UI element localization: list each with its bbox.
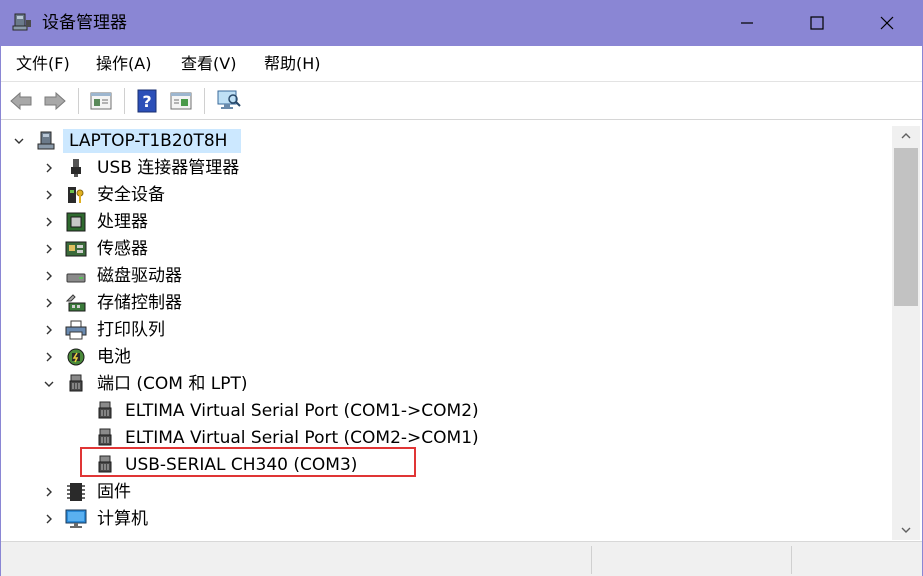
tree-root[interactable]: LAPTOP-T1B20T8H — [3, 128, 892, 154]
tree-item-label: 电池 — [97, 347, 131, 367]
tree-item-label: 打印队列 — [97, 320, 165, 340]
scan-hardware-button[interactable] — [216, 88, 242, 114]
chevron-right-icon[interactable] — [41, 160, 57, 176]
help-button[interactable]: ? — [134, 88, 160, 114]
tree-item-processors[interactable]: 处理器 — [3, 209, 892, 235]
tree-item-disk-drives[interactable]: 磁盘驱动器 — [3, 263, 892, 289]
tree-item-storage-controllers[interactable]: 存储控制器 — [3, 290, 892, 316]
tree-item-ports[interactable]: 端口 (COM 和 LPT) — [3, 371, 892, 397]
menu-bar: 文件(F) 操作(A) 查看(V) 帮助(H) — [0, 46, 923, 82]
monitor-icon — [65, 509, 87, 528]
menu-view[interactable]: 查看(V) — [181, 54, 236, 74]
chevron-right-icon[interactable] — [41, 349, 57, 365]
tree-item-port-device[interactable]: ELTIMA Virtual Serial Port (COM1->COM2) — [3, 398, 892, 424]
tree-item-label: 安全设备 — [97, 185, 165, 205]
tree-item-label: 计算机 — [97, 509, 148, 529]
chevron-up-icon — [901, 133, 911, 139]
properties-button[interactable] — [88, 88, 114, 114]
tree-item-usb-connector-manager[interactable]: USB 连接器管理器 — [3, 155, 892, 181]
tree-item-computer[interactable]: 计算机 — [3, 506, 892, 532]
tree-item-label: 磁盘驱动器 — [97, 266, 182, 286]
tree-item-label: ELTIMA Virtual Serial Port (COM2->COM1) — [125, 428, 479, 448]
tree-item-print-queues[interactable]: 打印队列 — [3, 317, 892, 343]
toolbar-separator — [124, 88, 125, 114]
tree-item-label: 端口 (COM 和 LPT) — [97, 374, 248, 394]
tree-item-firmware[interactable]: 固件 — [3, 479, 892, 505]
menu-help[interactable]: 帮助(H) — [264, 54, 321, 74]
device-manager-icon — [12, 13, 31, 31]
status-bar — [0, 541, 923, 576]
computer-icon — [37, 131, 55, 150]
minimize-button[interactable] — [724, 0, 770, 46]
menu-file[interactable]: 文件(F) — [16, 54, 70, 74]
show-hidden-icon — [170, 92, 192, 110]
tree-item-label: ELTIMA Virtual Serial Port (COM1->COM2) — [125, 401, 479, 421]
tree-item-sensors[interactable]: 传感器 — [3, 236, 892, 262]
storage-controller-icon — [65, 294, 86, 312]
title-bar: 设备管理器 — [0, 0, 923, 46]
chevron-down-icon — [901, 527, 911, 533]
port-icon — [69, 374, 83, 392]
chevron-right-icon[interactable] — [41, 295, 57, 311]
status-pane — [591, 546, 791, 574]
chevron-right-icon[interactable] — [41, 214, 57, 230]
chevron-down-icon[interactable] — [41, 376, 57, 392]
chevron-right-icon[interactable] — [41, 511, 57, 527]
device-tree: LAPTOP-T1B20T8H USB 连接器管理器 安全设备 处理器 传感器 … — [3, 126, 892, 540]
toolbar-separator — [204, 88, 205, 114]
serial-port-icon — [98, 428, 112, 446]
back-icon — [10, 91, 32, 111]
minimize-icon — [741, 22, 753, 24]
tree-item-label: 存储控制器 — [97, 293, 182, 313]
firmware-icon — [67, 483, 85, 501]
security-device-icon — [68, 187, 84, 203]
scroll-up-button[interactable] — [892, 126, 920, 146]
forward-button[interactable] — [42, 88, 68, 114]
properties-icon — [90, 92, 112, 110]
tree-item-label: USB 连接器管理器 — [97, 158, 240, 178]
red-highlight-box — [80, 447, 416, 477]
maximize-icon — [810, 16, 824, 30]
menu-action[interactable]: 操作(A) — [96, 54, 151, 74]
help-icon: ? — [137, 89, 157, 113]
back-button[interactable] — [8, 88, 34, 114]
toolbar-separator — [78, 88, 79, 114]
sensor-icon — [65, 241, 87, 257]
processor-icon — [66, 212, 86, 232]
chevron-down-icon[interactable] — [11, 133, 27, 149]
serial-port-icon — [98, 401, 112, 419]
chevron-right-icon[interactable] — [41, 268, 57, 284]
printer-icon — [65, 320, 87, 340]
show-hidden-button[interactable] — [168, 88, 194, 114]
window-title: 设备管理器 — [42, 13, 127, 33]
chevron-right-icon[interactable] — [41, 241, 57, 257]
scrollbar-thumb[interactable] — [894, 148, 918, 306]
tree-item-label: 传感器 — [97, 239, 148, 259]
tree-item-label: 处理器 — [97, 212, 148, 232]
toolbar: ? — [0, 82, 923, 120]
usb-connector-icon — [71, 159, 81, 177]
tree-item-label: 固件 — [97, 482, 131, 502]
close-button[interactable] — [864, 0, 910, 46]
tree-item-security-devices[interactable]: 安全设备 — [3, 182, 892, 208]
maximize-button[interactable] — [794, 0, 840, 46]
vertical-scrollbar[interactable] — [892, 126, 920, 540]
battery-icon — [67, 348, 85, 366]
tree-root-label: LAPTOP-T1B20T8H — [69, 131, 228, 151]
forward-icon — [44, 91, 66, 111]
chevron-right-icon[interactable] — [41, 322, 57, 338]
scroll-down-button[interactable] — [892, 520, 920, 540]
scan-hardware-icon — [217, 90, 241, 109]
svg-text:?: ? — [142, 92, 151, 111]
status-pane — [791, 546, 921, 574]
tree-item-batteries[interactable]: 电池 — [3, 344, 892, 370]
chevron-right-icon[interactable] — [41, 187, 57, 203]
chevron-right-icon[interactable] — [41, 484, 57, 500]
disk-drive-icon — [66, 273, 86, 283]
close-icon — [880, 16, 894, 30]
